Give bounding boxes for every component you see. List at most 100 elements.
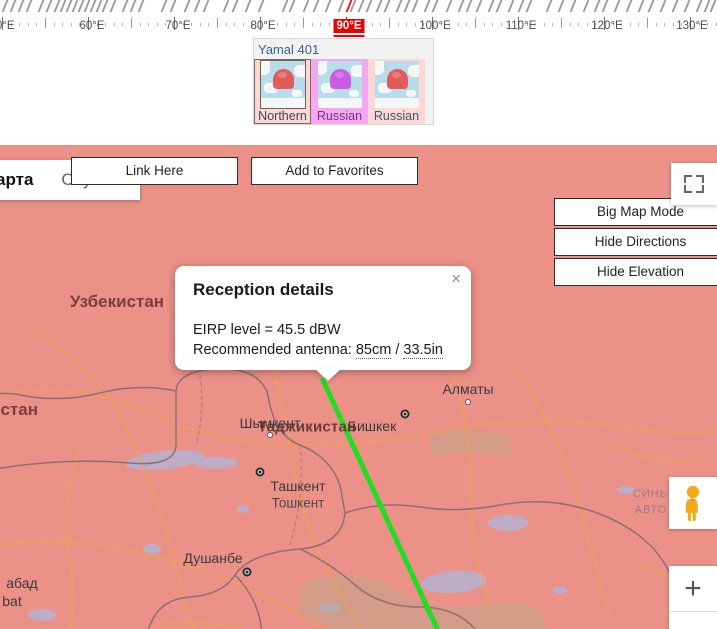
satellite-tick[interactable] <box>637 0 645 12</box>
satellite-tick[interactable] <box>101 0 109 12</box>
beam-option-0[interactable]: Northern <box>254 59 311 124</box>
satellite-tick[interactable] <box>625 0 633 12</box>
beam-option-2[interactable]: Russian <box>368 59 425 124</box>
satellite-tick[interactable] <box>109 0 117 12</box>
satellite-tick[interactable] <box>324 0 332 12</box>
satellite-tick[interactable] <box>357 0 365 12</box>
satellite-tick[interactable] <box>545 0 553 12</box>
satellite-tick[interactable] <box>582 0 590 12</box>
zoom-in-button[interactable]: + <box>669 566 717 612</box>
satellite-tick[interactable] <box>160 0 168 12</box>
beam-selector-panel[interactable]: Yamal 401 Northern Russian Russian <box>253 38 434 125</box>
satellite-tick[interactable] <box>495 0 503 12</box>
satellite-tick[interactable] <box>593 0 601 12</box>
hide-directions-button[interactable]: Hide Directions <box>554 228 717 256</box>
satellite-tick[interactable] <box>683 0 691 12</box>
add-to-favorites-button[interactable]: Add to Favorites <box>251 157 418 185</box>
satellite-tick[interactable] <box>457 0 465 12</box>
satellite-tick[interactable] <box>37 0 45 12</box>
zoom-controls[interactable]: + <box>669 566 717 629</box>
city-marker-0[interactable] <box>267 432 273 438</box>
satellite-tick[interactable] <box>183 0 191 12</box>
satellite-tick[interactable] <box>695 0 703 12</box>
satellite-tick[interactable] <box>659 0 667 12</box>
satellite-tick[interactable] <box>302 0 310 12</box>
satellite-tick[interactable] <box>423 0 431 12</box>
satellite-tick[interactable] <box>169 0 177 12</box>
satellite-tick[interactable] <box>557 0 565 12</box>
satellite-tick[interactable] <box>193 0 201 12</box>
satellite-tick[interactable] <box>431 0 439 12</box>
ruler-label-80E[interactable]: 80°E <box>250 20 275 32</box>
satellite-tick[interactable] <box>365 0 373 12</box>
satellite-tick[interactable] <box>647 0 655 12</box>
pegman-icon[interactable] <box>681 485 705 521</box>
ruler-label-130E[interactable]: 130°E <box>676 20 707 32</box>
beam-option-1[interactable]: Russian <box>311 59 368 124</box>
antenna-size-cm[interactable]: 85cm <box>355 342 392 359</box>
satellite-tick[interactable] <box>257 0 265 12</box>
satellite-tick[interactable] <box>231 0 239 12</box>
satellite-tick[interactable] <box>601 0 609 12</box>
satellite-tick[interactable] <box>465 0 473 12</box>
satellite-tick[interactable] <box>45 0 53 12</box>
satellite-tick[interactable] <box>487 0 495 12</box>
street-view-pegman-control[interactable] <box>669 477 717 529</box>
satellite-tick[interactable] <box>507 0 515 12</box>
satellite-tick[interactable] <box>517 0 525 12</box>
city-marker-3[interactable] <box>255 467 265 477</box>
beam-thumbnail-row[interactable]: Northern Russian Russian <box>254 59 433 124</box>
satellite-tick[interactable] <box>709 0 717 12</box>
ruler-label-120E[interactable]: 120°E <box>591 20 622 32</box>
satellite-tick[interactable] <box>475 0 483 12</box>
satellite-tick[interactable] <box>445 0 453 12</box>
ruler-tick <box>71 23 72 26</box>
hide-elevation-button[interactable]: Hide Elevation <box>554 258 717 286</box>
satellite-tick[interactable] <box>671 0 679 12</box>
ruler-label-50E[interactable]: 50°E <box>0 20 15 32</box>
satellite-tick[interactable] <box>569 0 577 12</box>
satellite-tick[interactable] <box>383 0 391 12</box>
ruler-tick <box>226 23 227 26</box>
link-here-button[interactable]: Link Here <box>71 157 238 185</box>
ruler-tick <box>217 18 218 28</box>
satellite-tick[interactable] <box>137 0 145 12</box>
ruler-label-90E[interactable]: 90°E <box>333 19 365 37</box>
satellite-tick[interactable] <box>244 0 252 12</box>
eirp-row: EIRP level = 45.5 dBW <box>193 320 443 340</box>
satellite-tick[interactable] <box>403 0 411 12</box>
popup-body: EIRP level = 45.5 dBW Recommended antenn… <box>193 320 443 360</box>
satellite-position-ticks[interactable] <box>0 0 717 14</box>
satellite-tick[interactable] <box>25 0 33 12</box>
map-type-map-button[interactable]: арта <box>0 160 47 200</box>
satellite-tick[interactable] <box>337 0 345 12</box>
satellite-tick[interactable] <box>222 0 230 12</box>
fullscreen-icon[interactable] <box>671 163 717 205</box>
satellite-tick[interactable] <box>9 0 17 12</box>
satellite-tick[interactable] <box>525 0 533 12</box>
reception-details-popup[interactable]: × Reception details EIRP level = 45.5 dB… <box>175 266 471 381</box>
ruler-label-110E[interactable]: 110°E <box>506 20 537 32</box>
satellite-tick[interactable] <box>613 0 621 12</box>
ruler-label-70E[interactable]: 70°E <box>165 20 190 32</box>
satellite-tick[interactable] <box>121 0 129 12</box>
satellite-tick[interactable] <box>312 0 320 12</box>
satellite-tick[interactable] <box>375 0 383 12</box>
satellite-tick[interactable] <box>17 0 25 12</box>
city-marker-2[interactable] <box>400 409 410 419</box>
satellite-tick[interactable] <box>202 0 210 12</box>
beam-coverage-blob <box>386 69 408 89</box>
satellite-tick[interactable] <box>1 0 9 12</box>
ruler-label-60E[interactable]: 60°E <box>79 20 104 32</box>
satellite-tick[interactable] <box>411 0 419 12</box>
satellite-tick[interactable] <box>281 0 289 12</box>
thumbnail-landmass <box>317 61 327 75</box>
city-marker-5[interactable] <box>242 567 252 577</box>
satellite-tick[interactable] <box>129 0 137 12</box>
close-icon[interactable]: × <box>447 268 465 289</box>
ruler-label-100E[interactable]: 100°E <box>419 20 450 32</box>
antenna-size-in[interactable]: 33.5in <box>403 342 443 359</box>
satellite-tick[interactable] <box>395 0 403 12</box>
city-marker-1[interactable] <box>465 399 471 405</box>
satellite-tick[interactable] <box>288 0 296 12</box>
